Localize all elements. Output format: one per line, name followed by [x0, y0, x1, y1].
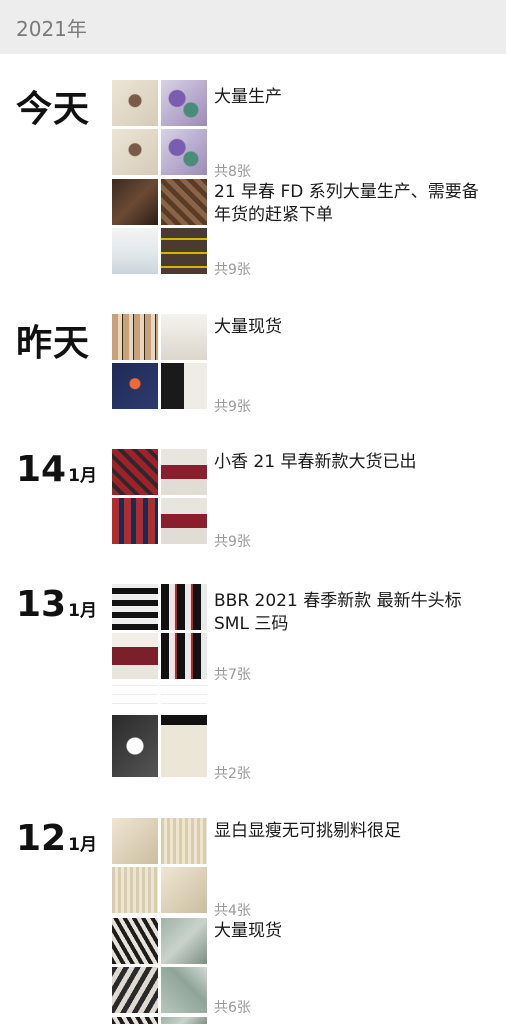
thumbnail-image[interactable]: [112, 363, 158, 409]
thumbnail-image[interactable]: [112, 449, 158, 495]
post-caption[interactable]: 小香 21 早春新款大货已出: [214, 451, 494, 474]
date-label-jan-12: 12 1月: [16, 818, 97, 859]
date-day: 14: [16, 449, 67, 490]
post-caption[interactable]: BBR 2021 春季新款 最新牛头标 SML 三码: [214, 590, 494, 636]
date-day: 13: [16, 584, 67, 625]
thumbnail-image[interactable]: [112, 633, 158, 679]
next-post-partial[interactable]: [112, 1017, 502, 1024]
album-post[interactable]: 21 早春 FD 系列大量生产、需要备年货的赶紧下单 共9张: [112, 179, 502, 278]
date-month: 1月: [68, 601, 97, 621]
post-image-count: 共7张: [214, 667, 251, 683]
post-image-count: 共9张: [214, 399, 251, 415]
thumbnail-image[interactable]: [161, 314, 207, 360]
thumbnail-image[interactable]: [112, 584, 158, 630]
thumbnail-image[interactable]: [112, 179, 158, 225]
album-post[interactable]: 共2张: [112, 682, 502, 782]
post-image-count: 共6张: [214, 1000, 251, 1016]
album-post[interactable]: 小香 21 早春新款大货已出 共9张: [112, 449, 502, 550]
post-image-count: 共8张: [214, 164, 251, 180]
album-post[interactable]: 大量现货 共6张: [112, 918, 502, 1016]
thumbnail-image[interactable]: [112, 682, 158, 712]
thumbnail-image[interactable]: [112, 129, 158, 175]
thumbnail-image[interactable]: [112, 314, 158, 360]
date-label-yesterday: 昨天: [16, 323, 91, 364]
year-label: 2021年: [16, 16, 87, 41]
thumbnail-image[interactable]: [161, 918, 207, 964]
post-caption[interactable]: 21 早春 FD 系列大量生产、需要备年货的赶紧下单: [214, 181, 494, 227]
thumbnail-image[interactable]: [112, 967, 158, 1013]
thumbnail-image[interactable]: [112, 80, 158, 126]
thumbnail-image[interactable]: [161, 179, 207, 225]
album-post[interactable]: BBR 2021 春季新款 最新牛头标 SML 三码 共7张: [112, 584, 502, 683]
thumbnail-image[interactable]: [112, 867, 158, 913]
album-post[interactable]: 显白显瘦无可挑剔料很足 共4张: [112, 818, 502, 919]
post-caption[interactable]: 大量现货: [214, 920, 494, 943]
date-label-jan-13: 13 1月: [16, 584, 97, 625]
thumbnail-image[interactable]: [161, 1017, 207, 1024]
date-month: 1月: [68, 835, 97, 855]
thumbnail-image[interactable]: [161, 363, 207, 409]
thumbnail-image[interactable]: [112, 498, 158, 544]
thumbnail-image[interactable]: [161, 633, 207, 679]
thumbnail-image[interactable]: [161, 449, 207, 495]
thumbnail-image[interactable]: [112, 1017, 158, 1024]
thumbnail-image[interactable]: [161, 80, 207, 126]
thumbnail-image[interactable]: [161, 682, 207, 712]
thumbnail-image[interactable]: [112, 228, 158, 274]
date-day: 12: [16, 818, 67, 859]
moments-album-page: 2021年 今天 大量生产 共8张 21 早春 FD 系列大量生产、需要备年货的…: [0, 0, 506, 1024]
date-label-today: 今天: [16, 89, 91, 130]
post-image-count: 共9张: [214, 262, 251, 278]
post-image-count: 共2张: [214, 766, 251, 782]
thumbnail-image[interactable]: [112, 818, 158, 864]
album-post[interactable]: 大量生产 共8张: [112, 80, 502, 180]
post-caption[interactable]: 大量现货: [214, 316, 494, 339]
post-caption[interactable]: 显白显瘦无可挑剔料很足: [214, 820, 494, 843]
post-image-count: 共9张: [214, 534, 251, 550]
thumbnail-image[interactable]: [161, 867, 207, 913]
post-caption[interactable]: 大量生产: [214, 86, 494, 109]
thumbnail-image[interactable]: [161, 584, 207, 630]
post-image-count: 共4张: [214, 903, 251, 919]
year-header: 2021年: [0, 0, 506, 54]
date-month: 1月: [68, 466, 97, 486]
thumbnail-image[interactable]: [161, 818, 207, 864]
date-label-jan-14: 14 1月: [16, 449, 97, 490]
thumbnail-image[interactable]: [161, 715, 207, 777]
thumbnail-image[interactable]: [161, 498, 207, 544]
thumbnail-image[interactable]: [112, 918, 158, 964]
thumbnail-image[interactable]: [112, 715, 158, 777]
thumbnail-image[interactable]: [161, 967, 207, 1013]
album-post[interactable]: 大量现货 共9张: [112, 314, 502, 415]
thumbnail-image[interactable]: [161, 129, 207, 175]
thumbnail-image[interactable]: [161, 228, 207, 274]
